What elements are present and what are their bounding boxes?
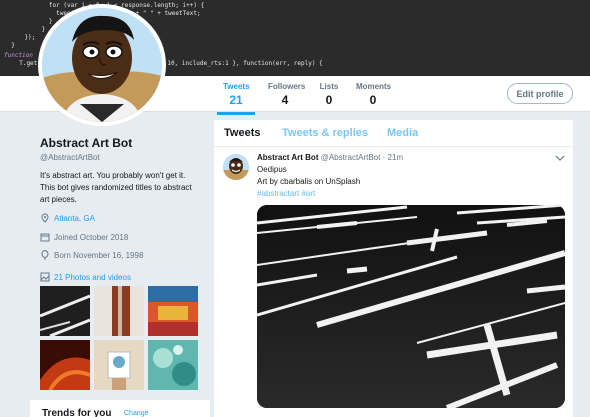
stat-value: 4 [281, 93, 289, 107]
tweet-author-avatar[interactable] [223, 154, 249, 180]
joined-text: Joined October 2018 [54, 232, 129, 242]
stat-label: Tweets [223, 82, 250, 91]
tweet-artwork [257, 205, 565, 408]
tweet-hashtags[interactable]: #abstractart #art [257, 189, 315, 198]
tab-tweets[interactable]: Tweets [224, 127, 260, 139]
code-line: } [20, 26, 46, 33]
stat-label: Followers [268, 82, 306, 91]
media-thumb[interactable] [39, 286, 91, 338]
tweet-time[interactable]: · 21m [383, 153, 403, 162]
media-thumb[interactable] [148, 340, 198, 390]
stat-value: 21 [229, 93, 243, 107]
profile-location[interactable]: Atlanta, GA [40, 213, 95, 223]
stat-lists[interactable]: Lists 0 [319, 82, 339, 107]
photos-videos-link[interactable]: 21 Photos and videos [40, 272, 131, 282]
image-icon [40, 272, 50, 282]
profile-born: Born November 16, 1998 [40, 250, 143, 260]
chevron-down-icon[interactable] [555, 154, 565, 162]
media-thumb[interactable] [94, 340, 144, 390]
code-line: function [4, 52, 33, 59]
trends-change-link[interactable]: Change [124, 410, 149, 417]
code-line: } [4, 42, 15, 49]
profile-bio: It's abstract art. You probably won't ge… [40, 171, 192, 204]
tweet-author-handle[interactable]: @AbstractArtBot [321, 153, 381, 162]
thumb-image [148, 340, 198, 390]
photos-videos-text: 21 Photos and videos [54, 272, 131, 282]
stat-followers[interactable]: Followers 4 [268, 82, 306, 107]
profile-name: Abstract Art Bot [40, 136, 133, 150]
media-thumb[interactable] [94, 286, 144, 336]
code-line: }); [10, 34, 36, 41]
calendar-icon [40, 233, 50, 242]
thumb-image [148, 286, 198, 336]
thumb-image [39, 286, 91, 338]
avatar-illustration [42, 8, 162, 122]
tweet-title: Oedipus [257, 165, 287, 174]
thumb-image [94, 340, 144, 390]
balloon-icon [41, 250, 49, 260]
trends-title: Trends for you [42, 408, 112, 417]
location-text: Atlanta, GA [54, 213, 95, 223]
tab-tweets-replies[interactable]: Tweets & replies [282, 127, 368, 139]
born-text: Born November 16, 1998 [54, 250, 144, 260]
tweet-image[interactable] [257, 205, 565, 408]
media-thumb[interactable] [148, 286, 198, 336]
stat-label: Lists [319, 82, 339, 91]
stat-value: 0 [369, 93, 377, 107]
timeline-tabs: Tweets Tweets & replies Media [214, 120, 573, 147]
code-line: } [20, 18, 53, 25]
profile-avatar[interactable] [38, 4, 166, 126]
tab-media[interactable]: Media [387, 127, 418, 139]
stat-moments[interactable]: Moments 0 [356, 82, 392, 107]
profile-handle[interactable]: @AbstractArtBot [40, 153, 100, 162]
profile-joined: Joined October 2018 [40, 232, 128, 242]
thumb-image [40, 340, 91, 392]
media-thumb[interactable] [40, 340, 91, 392]
location-pin-icon [41, 213, 49, 223]
stat-tweets[interactable]: Tweets 21 [217, 82, 255, 115]
tweet-header: Abstract Art Bot @AbstractArtBot · 21m [257, 153, 403, 162]
tweet-author-name[interactable]: Abstract Art Bot [257, 153, 318, 162]
stat-value: 0 [325, 93, 333, 107]
avatar-illustration [223, 154, 249, 180]
edit-profile-button[interactable]: Edit profile [507, 83, 573, 104]
tweet-credit: Art by cbarbalis on UnSplash [257, 177, 361, 186]
thumb-image [94, 286, 144, 336]
stat-label: Moments [356, 82, 392, 91]
